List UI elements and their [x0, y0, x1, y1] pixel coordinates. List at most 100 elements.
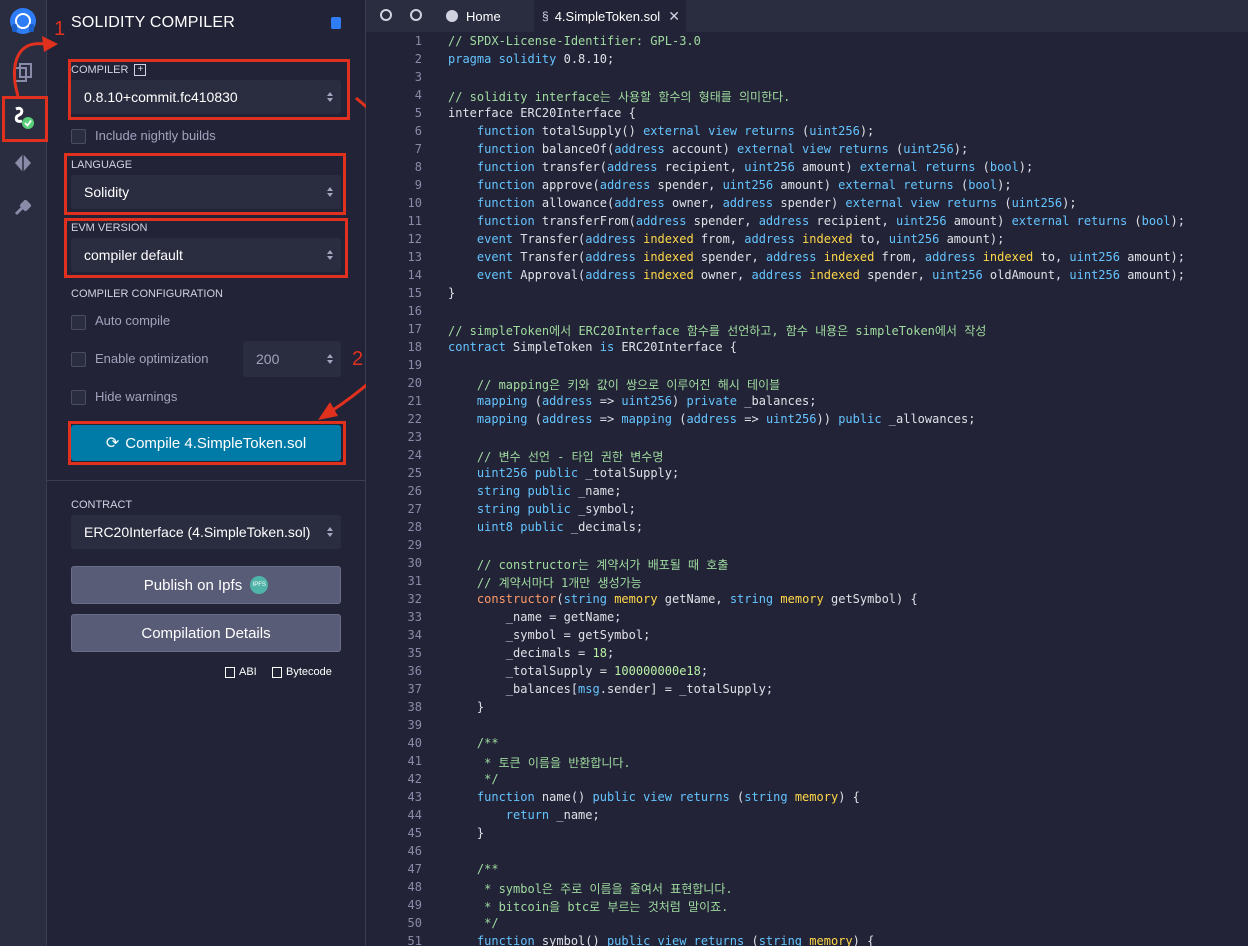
- zoom-in-icon[interactable]: [410, 9, 422, 21]
- file-explorer-icon[interactable]: [8, 58, 38, 88]
- code-token: public: [527, 502, 571, 516]
- evm-version-label: EVM VERSION: [71, 222, 148, 234]
- line-number: 48: [407, 880, 422, 894]
- code-token: (: [975, 160, 990, 174]
- line-number: 7: [414, 142, 422, 156]
- line-number: 31: [407, 574, 422, 588]
- code-token: // mapping은 키와 값이 쌍으로 이루어진 해시 테이블: [448, 378, 781, 392]
- solidity-compiler-icon[interactable]: [8, 103, 38, 133]
- code-token: indexed: [823, 250, 875, 264]
- add-compiler-icon[interactable]: +: [134, 64, 147, 76]
- evm-version-select[interactable]: compiler default: [71, 238, 341, 272]
- code-token: string: [448, 502, 521, 516]
- code-token: Transfer(: [513, 232, 586, 246]
- code-token: constructor: [448, 592, 557, 606]
- stepper-arrows-icon[interactable]: [327, 354, 333, 364]
- code-token: balanceOf(: [534, 142, 615, 156]
- panel-title: SOLIDITY COMPILER: [71, 14, 236, 31]
- enable-optimization-checkbox[interactable]: [71, 352, 86, 367]
- code-line: _balances[msg.sender] = _totalSupply;: [448, 682, 773, 696]
- docs-icon[interactable]: [331, 17, 341, 29]
- code-token: getName,: [657, 592, 730, 606]
- copy-abi-button[interactable]: ABI: [225, 666, 257, 678]
- compilation-details-button[interactable]: Compilation Details: [71, 614, 341, 652]
- code-token: oldAmount,: [982, 268, 1070, 282]
- code-token: address: [585, 250, 636, 264]
- code-token: _name = getName;: [448, 610, 622, 624]
- publish-ipfs-button[interactable]: Publish on Ipfs IPFS: [71, 566, 341, 604]
- optimization-runs-input[interactable]: 200: [243, 341, 341, 377]
- tab-home[interactable]: Home: [438, 0, 534, 32]
- code-token: external view returns: [737, 142, 889, 156]
- code-token: _allowances;: [881, 412, 976, 426]
- optimization-runs-value: 200: [256, 351, 280, 367]
- code-token: ;: [700, 664, 709, 678]
- code-token: mapping: [621, 412, 672, 426]
- remix-logo-icon[interactable]: [8, 6, 38, 36]
- deploy-run-icon[interactable]: [8, 148, 38, 178]
- compile-button[interactable]: ⟳ Compile 4.SimpleToken.sol: [71, 425, 341, 461]
- code-line: mapping (address => mapping (address => …: [448, 412, 976, 426]
- code-token: (: [1127, 214, 1142, 228]
- code-token: ERC20Interface {: [513, 106, 636, 120]
- code-token: Transfer(: [513, 250, 586, 264]
- code-token: address: [686, 412, 738, 426]
- editor-tabs-bar: Home § 4.SimpleToken.sol ✕: [366, 0, 1248, 32]
- code-line: // 변수 선언 - 타입 권한 변수명: [448, 448, 663, 465]
- compiler-version-select[interactable]: 0.8.10+commit.fc410830: [71, 80, 341, 114]
- code-token: return: [448, 808, 550, 822]
- compiler-config-label: COMPILER CONFIGURATION: [71, 288, 223, 300]
- zoom-out-icon[interactable]: [380, 9, 392, 21]
- code-line: // constructor는 계약서가 배포될 때 호출: [448, 556, 729, 573]
- tab-home-label: Home: [466, 8, 501, 24]
- close-icon[interactable]: ✕: [668, 8, 680, 25]
- code-token: address: [924, 250, 976, 264]
- line-number: 46: [407, 844, 422, 858]
- code-token: * symbol은 주로 이름을 줄여서 표현합니다.: [448, 882, 733, 896]
- code-token: );: [953, 142, 969, 156]
- code-token: external returns: [1011, 214, 1128, 228]
- code-token: /**: [448, 862, 499, 876]
- code-token: amount);: [1119, 268, 1185, 282]
- code-token: owner,: [693, 268, 752, 282]
- code-token: _totalSupply =: [448, 664, 615, 678]
- hide-warnings-checkbox[interactable]: [71, 390, 86, 405]
- code-token: indexed: [643, 268, 694, 282]
- language-select[interactable]: Solidity: [71, 175, 341, 209]
- code-token: address: [758, 214, 810, 228]
- code-line: }: [448, 286, 455, 300]
- code-token: public view returns: [606, 934, 745, 946]
- copy-bytecode-button[interactable]: Bytecode: [272, 666, 332, 678]
- line-number: 18: [407, 340, 422, 354]
- tab-simpletoken[interactable]: § 4.SimpleToken.sol ✕: [534, 0, 686, 32]
- code-token: (: [794, 124, 810, 138]
- line-number: 47: [407, 862, 422, 876]
- line-number: 13: [407, 250, 422, 264]
- code-token: public: [527, 484, 571, 498]
- code-line: function symbol() public view returns (s…: [448, 934, 874, 946]
- contract-select[interactable]: ERC20Interface (4.SimpleToken.sol): [71, 515, 341, 549]
- code-token: SimpleToken: [505, 340, 600, 354]
- code-token: uint256: [888, 232, 940, 246]
- line-number: 21: [407, 394, 422, 408]
- code-line: constructor(string memory getName, strin…: [448, 592, 918, 606]
- code-line: // solidity interface는 사용할 함수의 형태를 의미한다.: [448, 88, 790, 105]
- line-number: 11: [407, 214, 422, 228]
- code-line: _totalSupply = 100000000e18;: [448, 664, 708, 678]
- line-number: 39: [407, 718, 422, 732]
- code-line: string public _symbol;: [448, 502, 636, 516]
- code-token: address: [585, 268, 636, 282]
- nightly-builds-checkbox[interactable]: [71, 129, 86, 144]
- line-number: 32: [407, 592, 422, 606]
- code-editor[interactable]: 1 // SPDX-License-Identifier: GPL-3.0 2 pra…: [366, 32, 1248, 946]
- plugin-manager-icon[interactable]: [8, 192, 38, 222]
- code-token: function: [448, 160, 535, 174]
- line-number: 19: [407, 358, 422, 372]
- code-line: uint8 public _decimals;: [448, 520, 643, 534]
- auto-compile-checkbox[interactable]: [71, 315, 86, 330]
- line-number: 8: [414, 160, 422, 174]
- code-token: );: [1062, 196, 1077, 210]
